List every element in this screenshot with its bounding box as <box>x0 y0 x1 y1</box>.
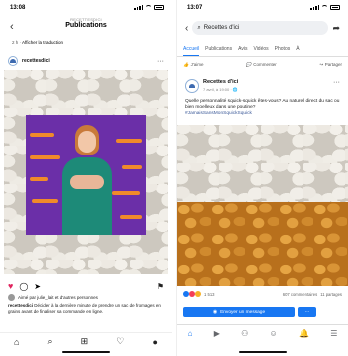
send-message-label: Envoyer un message <box>220 309 266 315</box>
search-input[interactable]: ⌕ Recettes d'ici <box>192 21 329 35</box>
post-image-fried-curds[interactable] <box>177 202 348 286</box>
home-indicator <box>238 351 287 353</box>
post-image-cheese[interactable] <box>177 125 348 202</box>
bottom-tab-bar: ⌂ ▶ ⚇ ☺ 🔔 ☰ <box>177 324 348 342</box>
signal-icon <box>134 4 143 10</box>
page-title: Publications <box>65 22 107 29</box>
translate-link[interactable]: Afficher la traduction <box>22 40 63 45</box>
status-bar: 13:07 <box>177 0 348 16</box>
tab-avis[interactable]: Avis <box>238 43 247 56</box>
avatar[interactable] <box>8 56 18 66</box>
activity-icon[interactable]: ♡ <box>116 336 124 347</box>
home-icon[interactable]: ⌂ <box>14 337 19 347</box>
heart-icon[interactable]: ♥ <box>8 281 13 291</box>
more-actions-button[interactable]: ··· <box>298 307 316 317</box>
comment-button[interactable]: 💬 Commenter <box>246 59 277 70</box>
search-icon[interactable]: ⌕ <box>48 336 53 347</box>
page-tabs: Accueil Publications Avis Vidéos Photos … <box>177 43 348 57</box>
facebook-screen: 13:07 ‹ ⌕ Recettes d'ici ➦ Accueil Publi… <box>176 0 348 356</box>
home-indicator <box>62 351 110 353</box>
add-icon[interactable]: ⊞ <box>81 336 89 347</box>
post-stats: 1 513 607 commentaires 11 partages <box>183 290 342 298</box>
translate-row: 2 h · Afficher la traduction <box>12 40 63 45</box>
signal-icon <box>310 4 319 10</box>
share-icon[interactable]: ➤ <box>34 282 41 291</box>
menu-icon[interactable]: ☰ <box>330 329 337 338</box>
caption: recettesdici Décider à la dernière minut… <box>8 303 164 315</box>
back-icon[interactable]: ‹ <box>185 23 188 34</box>
signal-icons <box>134 4 164 10</box>
search-bar: ‹ ⌕ Recettes d'ici ➦ <box>185 19 340 37</box>
shares-count[interactable]: 11 partages <box>320 292 342 297</box>
tab-more[interactable]: À <box>296 43 299 56</box>
battery-icon <box>154 4 164 10</box>
post-header: Recettes d'ici 7 avril, à 19:00 · 🌐 ··· <box>185 79 340 97</box>
bookmark-icon[interactable]: ⚑ <box>157 282 164 291</box>
like-icon: 👍 <box>183 61 189 67</box>
liker-avatar <box>8 294 15 301</box>
tab-publications[interactable]: Publications <box>205 43 232 56</box>
profile-icon[interactable]: ☺ <box>270 329 278 338</box>
wifi-icon <box>321 4 328 10</box>
search-icon: ⌕ <box>197 24 201 31</box>
page-action-buttons: 👍 J'aime 💬 Commenter ↪ Partager <box>183 59 342 70</box>
more-icon[interactable]: ··· <box>157 58 164 65</box>
post-actions: ♥ ◯ ➤ ⚑ <box>8 280 164 292</box>
back-icon[interactable]: ‹ <box>10 21 14 33</box>
signal-icons <box>310 4 340 10</box>
notifications-icon[interactable]: 🔔 <box>299 329 309 338</box>
video-icon[interactable]: ▶ <box>214 329 220 338</box>
tab-accueil[interactable]: Accueil <box>183 43 200 56</box>
comments-count[interactable]: 607 commentaires <box>283 292 317 297</box>
post-image[interactable] <box>4 70 168 274</box>
woman-figure <box>62 125 112 235</box>
wow-reaction-icon <box>195 291 201 297</box>
post-header: recettesdici ··· <box>8 54 164 68</box>
share-icon[interactable]: ➦ <box>332 23 340 34</box>
instagram-screen: 13:08 ‹ RECETTESDICI Publications 2 h · … <box>0 0 172 356</box>
tab-videos[interactable]: Vidéos <box>253 43 268 56</box>
status-time: 13:08 <box>10 5 26 11</box>
post-body: Quelle personnalité squick-squick êtes-v… <box>185 99 340 110</box>
likes-row: Aimé par julie_lait et d'autres personne… <box>8 294 164 301</box>
home-icon[interactable]: ⌂ <box>188 329 193 338</box>
comment-icon: 💬 <box>245 61 252 67</box>
status-time: 13:07 <box>187 5 203 11</box>
post-author[interactable]: Recettes d'ici <box>203 79 238 85</box>
profile-icon[interactable]: ● <box>152 337 157 347</box>
post-hashtag[interactable]: #JamaisSansMonSquickSquick <box>185 111 252 116</box>
post-date: 7 avril, à 19:00 · 🌐 <box>203 87 238 92</box>
post-text: Quelle personnalité squick-squick êtes-v… <box>185 99 340 117</box>
comment-icon[interactable]: ◯ <box>19 282 28 291</box>
tab-photos[interactable]: Photos <box>275 43 291 56</box>
search-text: Recettes d'ici <box>203 25 240 31</box>
username[interactable]: recettesdici <box>22 58 50 64</box>
time-ago: 2 h <box>12 40 19 45</box>
like-button[interactable]: 👍 J'aime <box>183 59 203 70</box>
wifi-icon <box>145 4 152 10</box>
more-icon[interactable]: ··· <box>333 79 340 97</box>
messenger-icon: ◉ <box>212 309 218 315</box>
reactions-count[interactable]: 1 513 <box>204 292 214 297</box>
more-icon: ··· <box>304 309 310 315</box>
caption-user[interactable]: recettesdici <box>8 303 33 308</box>
avatar[interactable] <box>185 79 199 93</box>
groups-icon[interactable]: ⚇ <box>241 329 248 338</box>
status-bar: 13:08 <box>0 0 172 16</box>
ig-header: ‹ RECETTESDICI Publications <box>0 17 172 37</box>
battery-icon <box>330 4 340 10</box>
send-message-button[interactable]: ◉ Envoyer un message <box>183 307 295 317</box>
show-still <box>26 115 146 235</box>
share-icon: ↪ <box>318 61 323 67</box>
share-button[interactable]: ↪ Partager <box>319 59 342 70</box>
likes-text[interactable]: Aimé par julie_lait et d'autres personne… <box>18 295 98 300</box>
bottom-tab-bar: ⌂ ⌕ ⊞ ♡ ● <box>0 332 172 350</box>
